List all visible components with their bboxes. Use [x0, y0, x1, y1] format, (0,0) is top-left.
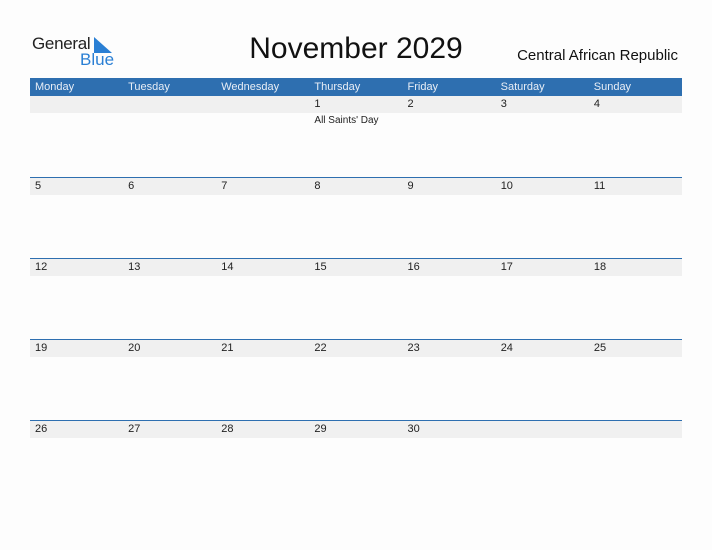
day-cell: 20 [123, 340, 216, 421]
week-row: 12 13 14 15 16 17 18 [30, 258, 682, 340]
day-cell: 27 [123, 421, 216, 502]
day-cell: 2 [403, 96, 496, 177]
week-row: 26 27 28 29 30 [30, 420, 682, 502]
day-cell: 30 [403, 421, 496, 502]
day-number: 4 [593, 98, 600, 110]
day-number: 2 [407, 98, 414, 110]
day-number: 7 [221, 180, 228, 192]
day-cell: 19 [30, 340, 123, 421]
weekday-label: Wednesday [221, 81, 280, 93]
week-row: 5 6 7 8 9 10 11 [30, 177, 682, 259]
day-cell: 24 [496, 340, 589, 421]
day-cell: 16 [403, 259, 496, 340]
day-cell: 14 [216, 259, 309, 340]
day-cell: 22 [309, 340, 402, 421]
day-number: 15 [314, 261, 327, 273]
weekday-label: Thursday [314, 81, 361, 93]
weekday-label: Tuesday [128, 81, 170, 93]
day-number: 11 [593, 180, 606, 192]
week-row: 1 All Saints' Day 2 3 4 [30, 96, 682, 177]
day-cell: 1 All Saints' Day [309, 96, 402, 177]
day-cell: 18 [589, 259, 682, 340]
day-number: 24 [500, 342, 513, 354]
day-number: 18 [593, 261, 607, 273]
day-number: 27 [128, 423, 141, 435]
day-cell [496, 421, 589, 502]
day-cell: 5 [30, 178, 123, 259]
day-number: 8 [314, 180, 321, 192]
day-number: 19 [35, 342, 48, 354]
day-cell: 6 [123, 178, 216, 259]
day-number: 9 [407, 180, 414, 192]
weekday-header: Monday Tuesday Wednesday Thursday Friday… [30, 78, 682, 96]
day-number: 16 [407, 261, 420, 273]
day-number: 28 [221, 423, 234, 435]
day-number: 20 [128, 342, 141, 354]
day-cell [589, 421, 682, 502]
country-name: Central African Republic [517, 47, 678, 64]
day-cell: 23 [403, 340, 496, 421]
day-number: 5 [35, 180, 42, 192]
day-cell: 26 [30, 421, 123, 502]
week-row: 19 20 21 22 23 24 25 [30, 339, 682, 421]
day-number: 23 [407, 342, 420, 354]
day-cell: 10 [496, 178, 589, 259]
day-number: 3 [500, 98, 507, 110]
day-cell: 3 [496, 96, 589, 177]
day-number: 26 [35, 423, 48, 435]
day-cell: 25 [589, 340, 682, 421]
day-cell: 7 [216, 178, 309, 259]
weekday-label: Friday [407, 81, 439, 93]
day-cell [30, 96, 123, 177]
day-number: 10 [500, 180, 513, 192]
day-cell: 17 [496, 259, 589, 340]
day-cell: 12 [30, 259, 123, 340]
day-number: 25 [593, 342, 607, 354]
weekday-label: Saturday [500, 81, 545, 93]
weekday-label: Sunday [593, 81, 632, 93]
day-number: 30 [407, 423, 420, 435]
day-cell: 13 [123, 259, 216, 340]
day-cell [123, 96, 216, 177]
day-number: 14 [221, 261, 234, 273]
day-number: 12 [35, 261, 48, 273]
day-cell: 8 [309, 178, 402, 259]
day-cell: 28 [216, 421, 309, 502]
day-cell: 29 [309, 421, 402, 502]
day-number: 17 [500, 261, 513, 273]
day-cell: 4 [589, 96, 682, 177]
day-number: 13 [128, 261, 141, 273]
day-number: 22 [314, 342, 327, 354]
day-cell: 9 [403, 178, 496, 259]
day-number: 29 [314, 423, 327, 435]
holiday-label: All Saints' Day [314, 115, 379, 126]
day-cell: 15 [309, 259, 402, 340]
day-cell: 21 [216, 340, 309, 421]
day-number: 1 [314, 98, 321, 110]
day-cell [216, 96, 309, 177]
day-cell: 11 [589, 178, 682, 259]
weekday-label: Monday [35, 81, 75, 93]
day-number: 21 [221, 342, 234, 354]
day-number: 6 [128, 180, 135, 192]
